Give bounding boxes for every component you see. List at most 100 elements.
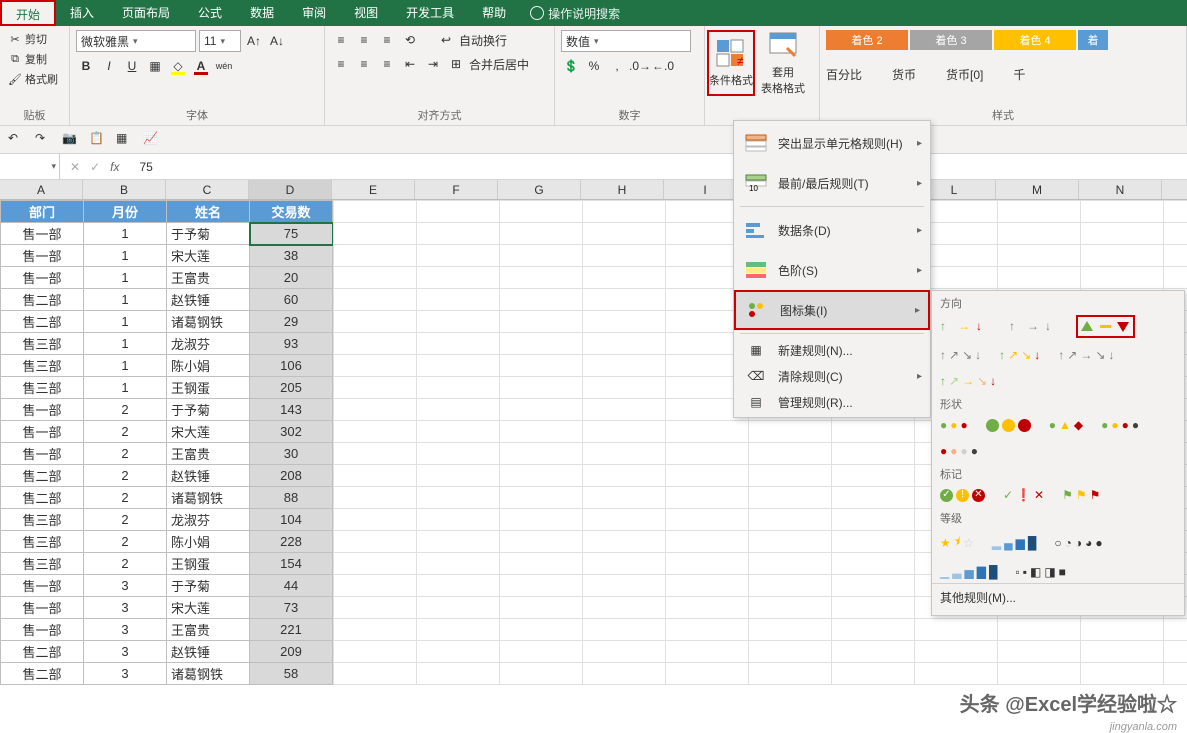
- align-center-icon[interactable]: ≡: [354, 54, 374, 74]
- tab-data[interactable]: 数据: [236, 0, 288, 26]
- iconset-5arrows-gray[interactable]: ↑↗→↘↓: [1056, 346, 1116, 364]
- font-size-combo[interactable]: 11▾: [199, 30, 241, 52]
- decrease-font-icon[interactable]: A↓: [267, 31, 287, 51]
- merge-center-button[interactable]: 合并后居中: [469, 56, 529, 73]
- number-group-label: 数字: [561, 107, 698, 123]
- increase-decimal-icon[interactable]: .0→: [630, 56, 650, 76]
- iconset-4arrows-color[interactable]: ↑↗↘↓: [997, 346, 1042, 364]
- fx-icon[interactable]: fx: [110, 160, 119, 174]
- style-accent2[interactable]: 着色 2: [826, 30, 908, 50]
- name-box[interactable]: [0, 154, 60, 179]
- undo-icon[interactable]: ↶: [8, 131, 25, 148]
- increase-font-icon[interactable]: A↑: [244, 31, 264, 51]
- iconset-5quarters[interactable]: ○◔◑◕●: [1052, 530, 1104, 555]
- decrease-decimal-icon[interactable]: ←.0: [653, 56, 673, 76]
- italic-button[interactable]: I: [99, 56, 119, 76]
- tab-insert[interactable]: 插入: [56, 0, 108, 26]
- iconset-3arrows-gray[interactable]: ↑→↓: [1007, 315, 1062, 338]
- iconset-3flags[interactable]: ⚑⚑⚑: [1060, 486, 1102, 504]
- iconset-3symbols-circled[interactable]: ✓!✕: [938, 486, 987, 504]
- tell-me-search[interactable]: 操作说明搜索: [520, 5, 630, 22]
- tab-help[interactable]: 帮助: [468, 0, 520, 26]
- cf-color-scales[interactable]: 色阶(S)▸: [734, 250, 930, 290]
- fill-color-button[interactable]: ◇: [168, 56, 188, 76]
- align-right-icon[interactable]: ≡: [377, 54, 397, 74]
- paste-icon[interactable]: 📋: [89, 131, 106, 148]
- chart-icon[interactable]: 📈: [143, 131, 160, 148]
- cf-icon-sets[interactable]: 图标集(I)▸: [734, 290, 930, 330]
- style-thousands[interactable]: 千: [1013, 66, 1025, 83]
- tab-formulas[interactable]: 公式: [184, 0, 236, 26]
- style-currency0[interactable]: 货币[0]: [946, 66, 983, 83]
- border-button[interactable]: ▦: [145, 56, 165, 76]
- format-as-table-button[interactable]: 套用 表格格式: [759, 30, 807, 96]
- tab-home[interactable]: 开始: [0, 0, 56, 26]
- iconset-4arrows-gray[interactable]: ↑↗↘↓: [938, 346, 983, 364]
- camera-icon[interactable]: 📷: [62, 131, 79, 148]
- cf-top-bottom-rules[interactable]: 10 最前/最后规则(T)▸: [734, 163, 930, 203]
- phonetic-button[interactable]: wén: [214, 56, 234, 76]
- cf-new-rule[interactable]: ▦ 新建规则(N)...: [734, 337, 930, 363]
- number-format-combo[interactable]: 数值▾: [561, 30, 691, 52]
- tab-dev[interactable]: 开发工具: [392, 0, 468, 26]
- cut-button[interactable]: ✂剪切: [6, 30, 60, 48]
- iconset-3triangles[interactable]: [1076, 315, 1135, 338]
- percent-icon[interactable]: %: [584, 56, 604, 76]
- iconset-4circles[interactable]: ●●●●: [1099, 416, 1141, 434]
- cf-clear-rules[interactable]: ⌫ 清除规则(C)▸: [734, 363, 930, 389]
- format-painter-button[interactable]: 🖌格式刷: [6, 70, 60, 88]
- iconset-3stars[interactable]: ★⯨☆: [938, 530, 976, 555]
- tab-view[interactable]: 视图: [340, 0, 392, 26]
- copy-button[interactable]: ⧉复制: [6, 50, 60, 68]
- column-headers[interactable]: ABCDEFGHIJKLMNO: [0, 180, 1187, 200]
- style-accent3[interactable]: 着色 3: [910, 30, 992, 50]
- align-left-icon[interactable]: ≡: [331, 54, 351, 74]
- iconset-5boxes[interactable]: ▫▪◧◨■: [1013, 563, 1067, 581]
- conditional-format-menu: 突出显示单元格规则(H)▸ 10 最前/最后规则(T)▸ 数据条(D)▸ 色阶(…: [733, 120, 931, 418]
- style-percent[interactable]: 百分比: [826, 66, 862, 83]
- align-bot-icon[interactable]: ≡: [377, 30, 397, 50]
- data-table[interactable]: 部门月份姓名交易数售一部1于予菊75售一部1宋大莲38售一部1王富贵20售二部1…: [0, 200, 333, 685]
- font-color-button[interactable]: A: [191, 56, 211, 76]
- cell-styles-gallery[interactable]: 着色 2 着色 3 着色 4 着: [826, 30, 1180, 50]
- iconset-3circles-rimmed[interactable]: [984, 416, 1033, 434]
- style-currency[interactable]: 货币: [892, 66, 916, 83]
- cf-data-bars[interactable]: 数据条(D)▸: [734, 210, 930, 250]
- iconset-5arrows-color[interactable]: ↑↗→↘↓: [938, 372, 998, 390]
- iconset-3arrows-color[interactable]: ↑→↓: [938, 315, 993, 338]
- tab-review[interactable]: 审阅: [288, 0, 340, 26]
- iconset-4bars[interactable]: ▂▄▆█: [990, 530, 1039, 555]
- border-icon[interactable]: ▦: [116, 131, 133, 148]
- wrap-text-button[interactable]: 自动换行: [459, 32, 507, 49]
- align-mid-icon[interactable]: ≡: [354, 30, 374, 50]
- iconset-3circles[interactable]: ●●●: [938, 416, 970, 434]
- new-rule-icon: ▦: [744, 340, 768, 360]
- orientation-icon[interactable]: ⟲: [400, 30, 420, 50]
- cf-manage-rules[interactable]: ▤ 管理规则(R)...: [734, 389, 930, 415]
- conditional-format-button[interactable]: ≠ 条件格式: [707, 30, 755, 96]
- align-group-label: 对齐方式: [331, 107, 548, 123]
- iconset-5bars[interactable]: ▁▃▅▇█: [938, 563, 999, 581]
- cf-highlight-rules[interactable]: 突出显示单元格规则(H)▸: [734, 123, 930, 163]
- confirm-icon[interactable]: ✓: [90, 160, 100, 174]
- comma-icon[interactable]: ,: [607, 56, 627, 76]
- style-accent5[interactable]: 着: [1078, 30, 1108, 50]
- align-top-icon[interactable]: ≡: [331, 30, 351, 50]
- tab-layout[interactable]: 页面布局: [108, 0, 184, 26]
- cancel-icon[interactable]: ✕: [70, 160, 80, 174]
- iconset-3signs[interactable]: ●▲◆: [1047, 416, 1085, 434]
- accounting-icon[interactable]: 💲: [561, 56, 581, 76]
- font-name-combo[interactable]: 微软雅黑▾: [76, 30, 196, 52]
- underline-button[interactable]: U: [122, 56, 142, 76]
- manage-rules-icon: ▤: [744, 392, 768, 412]
- watermark-text: 头条 @Excel学经验啦☆: [960, 688, 1177, 717]
- formula-input[interactable]: 75: [129, 160, 152, 174]
- indent-inc-icon[interactable]: ⇥: [423, 54, 443, 74]
- indent-dec-icon[interactable]: ⇤: [400, 54, 420, 74]
- iconset-3symbols[interactable]: ✓❗✕: [1001, 486, 1046, 504]
- iconset-more-rules[interactable]: 其他规则(M)...: [932, 583, 1184, 611]
- bold-button[interactable]: B: [76, 56, 96, 76]
- redo-icon[interactable]: ↷: [35, 131, 52, 148]
- iconset-redtoblack[interactable]: ●●●●: [938, 442, 980, 460]
- style-accent4[interactable]: 着色 4: [994, 30, 1076, 50]
